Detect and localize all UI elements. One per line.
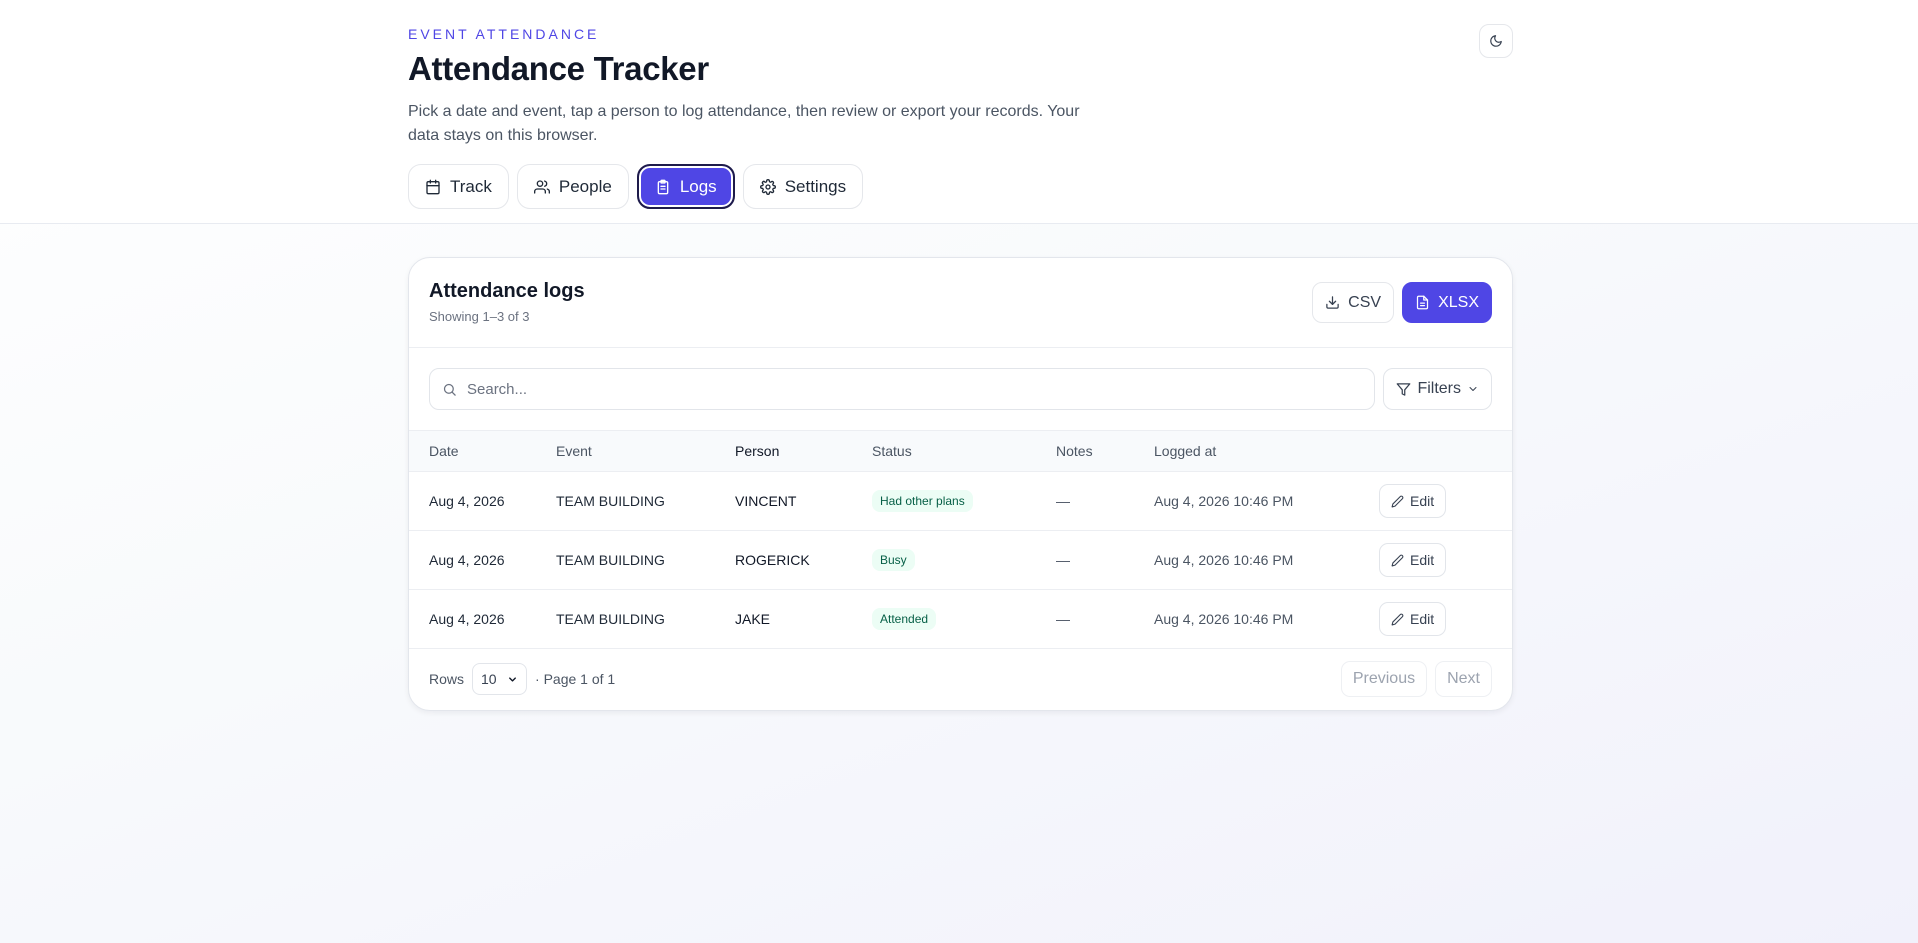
cell-status: Had other plans bbox=[872, 472, 1056, 531]
table-row: Aug 4, 2026 TEAM BUILDING ROGERICK Busy … bbox=[409, 531, 1512, 590]
cell-logged-at: Aug 4, 2026 10:46 PM bbox=[1154, 611, 1294, 627]
column-header-logged-at[interactable]: Logged at bbox=[1154, 431, 1379, 472]
cell-actions: Edit bbox=[1379, 472, 1512, 531]
clipboard-icon bbox=[657, 179, 669, 194]
page-description: Pick a date and event, tap a person to l… bbox=[408, 103, 1080, 144]
edit-label: Edit bbox=[1410, 493, 1435, 509]
rows-label: Rows bbox=[429, 671, 465, 687]
calendar-icon bbox=[426, 179, 440, 194]
header-content: EVENT ATTENDANCE Attendance Tracker Pick… bbox=[408, 24, 1513, 209]
edit-button[interactable]: Edit bbox=[1379, 484, 1447, 518]
page-info: · Page 1 of 1 bbox=[535, 671, 616, 687]
cell-date: Aug 4, 2026 bbox=[429, 493, 505, 509]
cell-notes: — bbox=[1056, 611, 1070, 627]
table-header-row: Date Event Person Status Notes Logged at bbox=[409, 430, 1512, 472]
edit-button[interactable]: Edit bbox=[1379, 602, 1447, 636]
cell-actions: Edit bbox=[1379, 590, 1512, 649]
cell-person: VINCENT bbox=[735, 493, 797, 509]
tab-people[interactable]: People bbox=[516, 164, 629, 209]
cell-date: Aug 4, 2026 bbox=[429, 611, 505, 627]
status-badge: Attended bbox=[872, 608, 937, 630]
search-icon bbox=[443, 383, 456, 396]
nav-tabs: Track People Logs Settings bbox=[408, 164, 1513, 209]
filters-label: Filters bbox=[1417, 380, 1461, 397]
edit-label: Edit bbox=[1410, 552, 1435, 568]
cell-actions: Edit bbox=[1379, 531, 1512, 590]
tab-settings[interactable]: Settings bbox=[742, 164, 864, 209]
table-row: Aug 4, 2026 TEAM BUILDING JAKE Attended … bbox=[409, 590, 1512, 649]
cell-event: TEAM BUILDING bbox=[556, 552, 665, 568]
status-badge: Had other plans bbox=[872, 490, 973, 512]
cell-status: Busy bbox=[872, 531, 1056, 590]
search-box bbox=[429, 368, 1376, 410]
cell-date: Aug 4, 2026 bbox=[429, 552, 505, 568]
users-icon bbox=[533, 179, 550, 194]
theme-toggle-button[interactable] bbox=[1479, 24, 1513, 58]
tab-label: People bbox=[558, 176, 612, 196]
column-header-actions bbox=[1379, 431, 1512, 472]
card-header: Attendance logs Showing 1–3 of 3 CSV XLS… bbox=[409, 258, 1512, 348]
cell-person: JAKE bbox=[735, 611, 771, 627]
tab-logs[interactable]: Logs bbox=[636, 164, 735, 209]
cell-event: TEAM BUILDING bbox=[556, 611, 665, 627]
rows-select-value: 10 bbox=[481, 671, 497, 687]
column-header-event[interactable]: Event bbox=[556, 431, 735, 472]
page-title: Attendance Tracker bbox=[408, 50, 709, 87]
chevron-down-icon bbox=[1469, 387, 1477, 391]
xlsx-label: XLSX bbox=[1438, 293, 1479, 311]
pencil-icon bbox=[1391, 554, 1404, 566]
moon-icon bbox=[1490, 35, 1502, 47]
tab-label: Settings bbox=[784, 176, 847, 196]
column-header-date[interactable]: Date bbox=[409, 431, 556, 472]
export-xlsx-button[interactable]: XLSX bbox=[1402, 282, 1492, 323]
status-badge: Busy bbox=[872, 549, 915, 571]
pencil-icon bbox=[1391, 495, 1404, 507]
next-page-button[interactable]: Next bbox=[1435, 661, 1492, 697]
logs-table: Date Event Person Status Notes Logged at… bbox=[409, 430, 1512, 649]
pagination: Previous Next bbox=[1340, 661, 1492, 697]
attendance-logs-card: Attendance logs Showing 1–3 of 3 CSV XLS… bbox=[408, 257, 1513, 711]
cell-notes: — bbox=[1056, 552, 1070, 568]
filter-icon bbox=[1397, 382, 1411, 396]
cell-status: Attended bbox=[872, 590, 1056, 649]
export-csv-button[interactable]: CSV bbox=[1312, 282, 1395, 323]
app-header: EVENT ATTENDANCE Attendance Tracker Pick… bbox=[0, 0, 1918, 224]
tab-label: Logs bbox=[679, 176, 717, 196]
search-input[interactable] bbox=[467, 380, 1363, 398]
pencil-icon bbox=[1391, 613, 1404, 625]
column-header-status[interactable]: Status bbox=[872, 431, 1056, 472]
edit-button[interactable]: Edit bbox=[1379, 543, 1447, 577]
table-toolbar: Filters bbox=[409, 348, 1512, 430]
column-header-person[interactable]: Person bbox=[735, 431, 872, 472]
eyebrow-label: EVENT ATTENDANCE bbox=[408, 26, 600, 42]
tab-label: Track bbox=[450, 176, 492, 196]
gear-icon bbox=[759, 178, 776, 195]
table-row: Aug 4, 2026 TEAM BUILDING VINCENT Had ot… bbox=[409, 472, 1512, 531]
table-footer: Rows 10 · Page 1 of 1 Previous Next bbox=[409, 649, 1512, 709]
cell-notes: — bbox=[1056, 493, 1070, 509]
cell-person: ROGERICK bbox=[735, 552, 810, 568]
column-header-notes[interactable]: Notes bbox=[1056, 431, 1154, 472]
tab-track[interactable]: Track bbox=[408, 164, 509, 209]
previous-page-button[interactable]: Previous bbox=[1340, 661, 1428, 697]
cell-logged-at: Aug 4, 2026 10:46 PM bbox=[1154, 552, 1294, 568]
csv-label: CSV bbox=[1348, 293, 1382, 311]
rows-per-page-select[interactable]: 10 bbox=[472, 663, 528, 695]
filters-button[interactable]: Filters bbox=[1383, 368, 1492, 410]
cell-logged-at: Aug 4, 2026 10:46 PM bbox=[1154, 493, 1294, 509]
file-icon bbox=[1416, 295, 1429, 310]
chevron-down-icon bbox=[509, 676, 516, 682]
cell-event: TEAM BUILDING bbox=[556, 493, 665, 509]
export-actions: CSV XLSX bbox=[1312, 282, 1492, 323]
download-icon bbox=[1326, 296, 1339, 309]
edit-label: Edit bbox=[1410, 611, 1435, 627]
